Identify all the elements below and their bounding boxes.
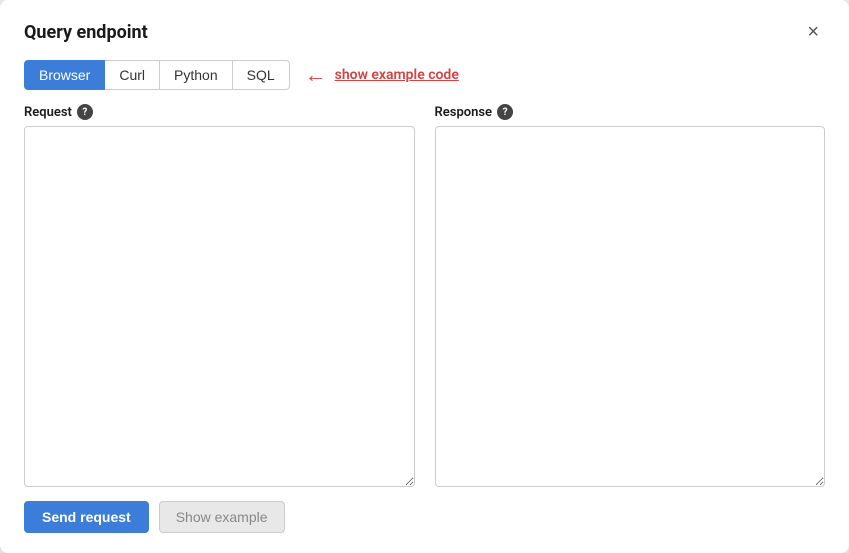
response-help-icon[interactable]: ? bbox=[497, 104, 513, 120]
request-label-text: Request bbox=[24, 105, 72, 120]
request-label: Request ? bbox=[24, 104, 415, 120]
modal-title: Query endpoint bbox=[24, 22, 148, 43]
footer: Send request Show example bbox=[24, 501, 825, 533]
request-panel: Request ? bbox=[24, 104, 415, 487]
tab-curl[interactable]: Curl bbox=[104, 60, 160, 90]
modal-header: Query endpoint × bbox=[24, 20, 825, 44]
arrow-left-icon: ← bbox=[305, 62, 327, 88]
modal-overlay: Query endpoint × Browser Curl Python SQL… bbox=[0, 0, 849, 553]
modal-dialog: Query endpoint × Browser Curl Python SQL… bbox=[0, 0, 849, 553]
response-panel: Response ? bbox=[435, 104, 826, 487]
panels-row: Request ? Response ? bbox=[24, 104, 825, 487]
show-example-annotation: ← show example code bbox=[305, 62, 459, 88]
tab-sql[interactable]: SQL bbox=[232, 60, 290, 90]
show-example-button[interactable]: Show example bbox=[159, 501, 285, 533]
close-button[interactable]: × bbox=[801, 20, 825, 44]
response-label: Response ? bbox=[435, 104, 826, 120]
tab-browser[interactable]: Browser bbox=[24, 60, 105, 90]
tabs-row: Browser Curl Python SQL ← show example c… bbox=[24, 60, 825, 90]
send-request-button[interactable]: Send request bbox=[24, 501, 149, 533]
request-textarea[interactable] bbox=[24, 126, 415, 487]
response-textarea[interactable] bbox=[435, 126, 826, 487]
request-help-icon[interactable]: ? bbox=[77, 104, 93, 120]
response-label-text: Response bbox=[435, 105, 493, 120]
tab-python[interactable]: Python bbox=[159, 60, 233, 90]
show-example-code-link[interactable]: show example code bbox=[335, 67, 459, 83]
